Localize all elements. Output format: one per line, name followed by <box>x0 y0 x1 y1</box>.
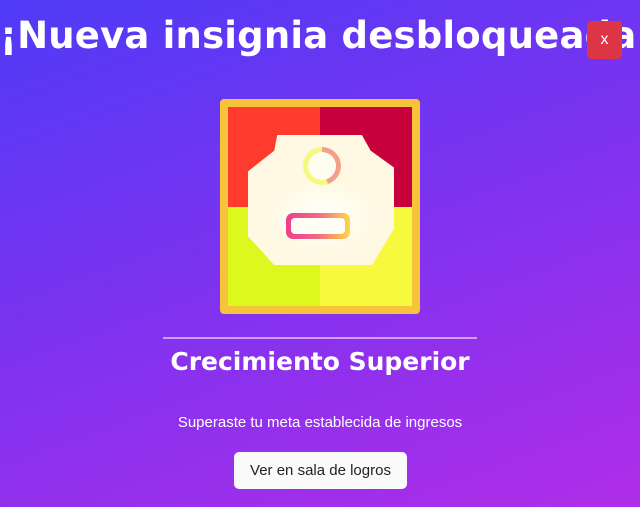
modal-title: ¡Nueva insignia desbloqueada! <box>0 14 640 57</box>
divider <box>163 337 477 339</box>
view-in-achievements-button[interactable]: Ver en sala de logros <box>234 452 407 489</box>
badge-artwork <box>228 107 412 306</box>
growth-badge-icon <box>220 99 420 314</box>
badge-description: Superaste tu meta establecida de ingreso… <box>177 414 463 431</box>
close-button[interactable]: x <box>587 21 622 59</box>
badge-name: Crecimiento Superior <box>170 347 470 376</box>
badge-ring-icon <box>303 147 341 185</box>
badge-bar-icon <box>286 213 350 239</box>
